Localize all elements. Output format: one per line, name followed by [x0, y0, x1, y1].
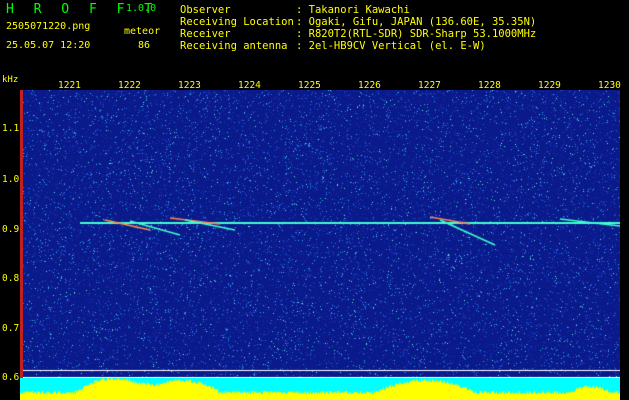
info-key-location: Receiving Location [180, 16, 294, 28]
y-tick-label: 1.1 [2, 123, 20, 134]
info-key-observer: Observer [180, 4, 231, 16]
y-tick-label: 1.0 [2, 174, 20, 185]
y-tick-label: 0.7 [2, 323, 20, 334]
left-marker-bar [20, 90, 23, 378]
capture-datetime: 25.05.07 12:20 [6, 40, 91, 51]
y-tick-label: 0.6 [2, 372, 20, 383]
app-version: 1.0.0 [126, 3, 157, 14]
spectrogram[interactable] [20, 90, 620, 378]
info-value-location: : Ogaki, Gifu, JAPAN (136.60E, 35.35N) [296, 16, 537, 28]
y-tick-label: 0.8 [2, 273, 20, 284]
info-key-antenna: Receiving antenna [180, 40, 288, 52]
info-value-receiver: : R820T2(RTL-SDR) SDR-Sharp 53.1000MHz [296, 28, 537, 40]
info-value-antenna: : 2el-HB9CV Vertical (el. E-W) [296, 40, 486, 52]
info-value-observer: : Takanori Kawachi [296, 4, 410, 16]
meteor-label: meteor [124, 26, 161, 37]
info-key-receiver: Receiver [180, 28, 231, 40]
capture-filename: 2505071220.png [6, 21, 91, 32]
meteor-count: 86 [138, 40, 151, 51]
header-panel: H R O F F T 1.0.0 2505071220.png meteor … [0, 0, 629, 74]
signal-level-strip [20, 378, 620, 400]
y-axis-unit: kHz [2, 75, 19, 85]
y-tick-label: 0.9 [2, 224, 20, 235]
